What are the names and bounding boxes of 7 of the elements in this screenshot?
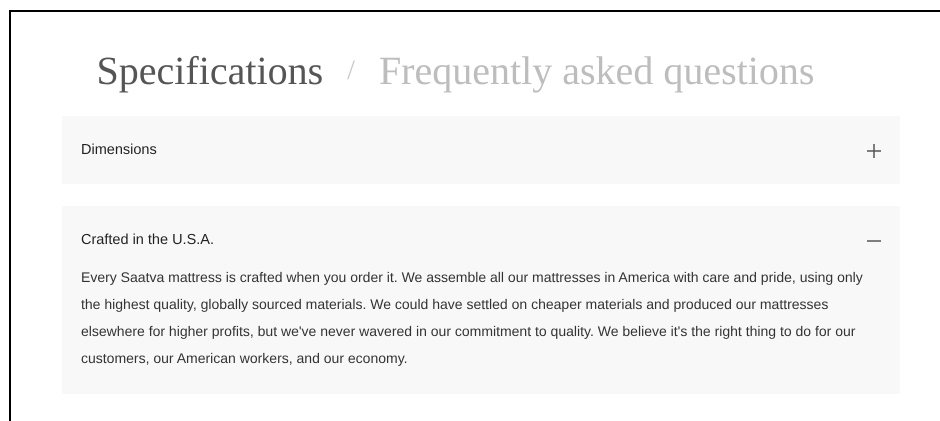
accordion-body-text: Every Saatva mattress is crafted when you order it. We assemble all our mattresses in America with care and pride, using only the highest quality, globally sourced materials. We could have settled on cheaper materials and produced our mattresses elsewhere for higher profits, but we've never wavered in our commitment to quality. We believe it's the right thing to do for our customers, our American workers, and our economy.: [81, 268, 864, 368]
accordion-header[interactable]: Dimensions: [81, 140, 881, 162]
minus-icon: [867, 240, 881, 242]
section-tab[interactable]: Specifications: [96, 51, 324, 91]
accordion-header[interactable]: Crafted in the U.S.A.: [81, 230, 881, 252]
separator: /: [347, 54, 355, 88]
plus-icon: [867, 144, 881, 158]
